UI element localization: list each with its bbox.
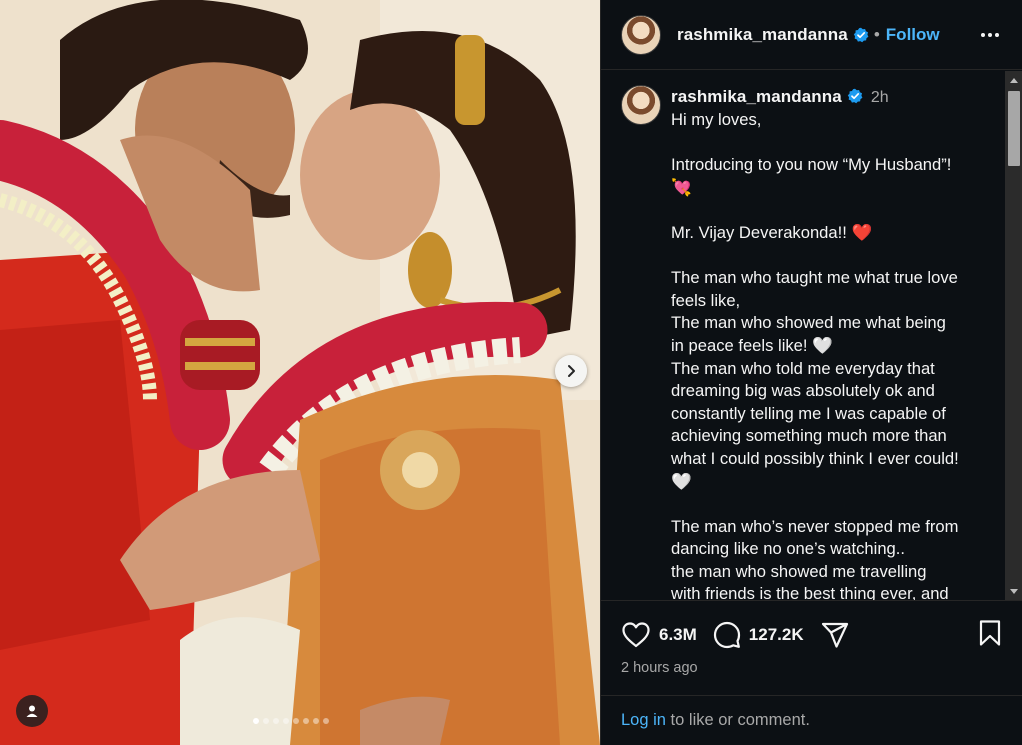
caption-text: Hi my loves, Introducing to you now “My H… bbox=[671, 109, 991, 601]
caption-line: Introducing to you now “My Husband”! bbox=[671, 155, 952, 175]
verified-badge-icon bbox=[853, 27, 869, 42]
bookmark-icon bbox=[979, 619, 1001, 646]
user-tag-icon bbox=[26, 705, 38, 717]
caption-meta: rashmika_mandanna 2h bbox=[671, 85, 991, 109]
avatar[interactable] bbox=[621, 14, 661, 55]
chevron-right-icon bbox=[568, 365, 575, 377]
caption-body: rashmika_mandanna 2h Hi my loves, Introdu… bbox=[671, 85, 991, 601]
caption-line: with friends is the best thing ever, and bbox=[671, 584, 949, 601]
carousel-dot bbox=[323, 718, 329, 724]
posted-time[interactable]: 2 hours ago bbox=[621, 660, 698, 676]
likes-count[interactable]: 6.3M bbox=[659, 625, 697, 645]
carousel-dot bbox=[253, 718, 259, 724]
carousel-dot bbox=[293, 718, 299, 724]
like-button[interactable]: 6.3M bbox=[621, 621, 697, 649]
carousel-dot bbox=[303, 718, 309, 724]
scrollbar[interactable] bbox=[1005, 71, 1022, 600]
heart-icon bbox=[622, 622, 650, 648]
action-bar: 6.3M 127.2K bbox=[601, 605, 1022, 665]
more-options-button[interactable] bbox=[976, 21, 1004, 49]
caption: rashmika_mandanna 2h Hi my loves, Introdu… bbox=[621, 85, 991, 601]
caption-line: 🤍 bbox=[671, 471, 692, 491]
caption-line: The man who taught me what true love bbox=[671, 268, 958, 288]
caption-blank-line bbox=[671, 199, 991, 222]
user-tags-button[interactable] bbox=[16, 695, 48, 727]
carousel-dot bbox=[283, 718, 289, 724]
caption-blank-line bbox=[671, 245, 991, 268]
scroll-up-arrow[interactable] bbox=[1010, 78, 1018, 83]
caption-line: feels like, bbox=[671, 290, 741, 310]
caption-blank-line bbox=[671, 132, 991, 155]
comments-count[interactable]: 127.2K bbox=[749, 625, 804, 645]
caption-line: in peace feels like! 🤍 bbox=[671, 335, 833, 355]
caption-time[interactable]: 2h bbox=[871, 89, 889, 106]
caption-line: The man who showed me what being bbox=[671, 313, 946, 333]
caption-line: 💘 bbox=[671, 177, 692, 197]
carousel-dot bbox=[273, 718, 279, 724]
share-icon bbox=[821, 622, 848, 648]
scrollbar-thumb[interactable] bbox=[1008, 91, 1020, 166]
login-prompt-text: to like or comment. bbox=[665, 711, 810, 729]
caption-scroll-area[interactable]: rashmika_mandanna 2h Hi my loves, Introdu… bbox=[601, 71, 1022, 601]
carousel-next-button[interactable] bbox=[555, 355, 587, 387]
caption-line: The man who told me everyday that bbox=[671, 358, 935, 378]
carousel-dot bbox=[263, 718, 269, 724]
caption-line: dreaming big was absolutely ok and bbox=[671, 381, 935, 401]
carousel-indicator bbox=[253, 718, 329, 724]
post-image[interactable] bbox=[0, 0, 600, 745]
caption-avatar[interactable] bbox=[621, 85, 661, 125]
caption-line: Mr. Vijay Deverakonda!! ❤️ bbox=[671, 222, 873, 242]
comment-icon bbox=[713, 621, 740, 649]
caption-line: Hi my loves, bbox=[671, 110, 762, 129]
caption-line: the man who showed me travelling bbox=[671, 561, 927, 581]
follow-button[interactable]: Follow bbox=[886, 25, 940, 45]
caption-line: dancing like no one’s watching.. bbox=[671, 539, 906, 559]
caption-line: achieving something much more than bbox=[671, 426, 947, 446]
carousel-dot bbox=[313, 718, 319, 724]
more-options-icon bbox=[981, 32, 999, 37]
save-button[interactable] bbox=[977, 619, 1003, 652]
login-link[interactable]: Log in bbox=[621, 711, 666, 729]
verified-badge-icon bbox=[847, 88, 863, 104]
caption-line: what I could possibly think I ever could… bbox=[671, 448, 959, 468]
caption-username[interactable]: rashmika_mandanna bbox=[671, 87, 842, 106]
post-header: rashmika_mandanna • Follow bbox=[601, 0, 1022, 70]
header-separator: • bbox=[873, 24, 880, 44]
share-button[interactable] bbox=[820, 621, 850, 649]
header-username[interactable]: rashmika_mandanna bbox=[677, 25, 848, 45]
post-panel: rashmika_mandanna • Follow rashmika_mand… bbox=[600, 0, 1022, 745]
caption-line: The man who’s never stopped me from bbox=[671, 516, 959, 536]
caption-blank-line bbox=[671, 493, 991, 516]
login-prompt: Log in to like or comment. bbox=[601, 695, 1022, 745]
wedding-photo-illustration bbox=[0, 0, 600, 745]
comment-button[interactable]: 127.2K bbox=[713, 621, 804, 649]
scroll-down-arrow[interactable] bbox=[1010, 589, 1018, 594]
caption-line: constantly telling me I was capable of bbox=[671, 403, 946, 423]
